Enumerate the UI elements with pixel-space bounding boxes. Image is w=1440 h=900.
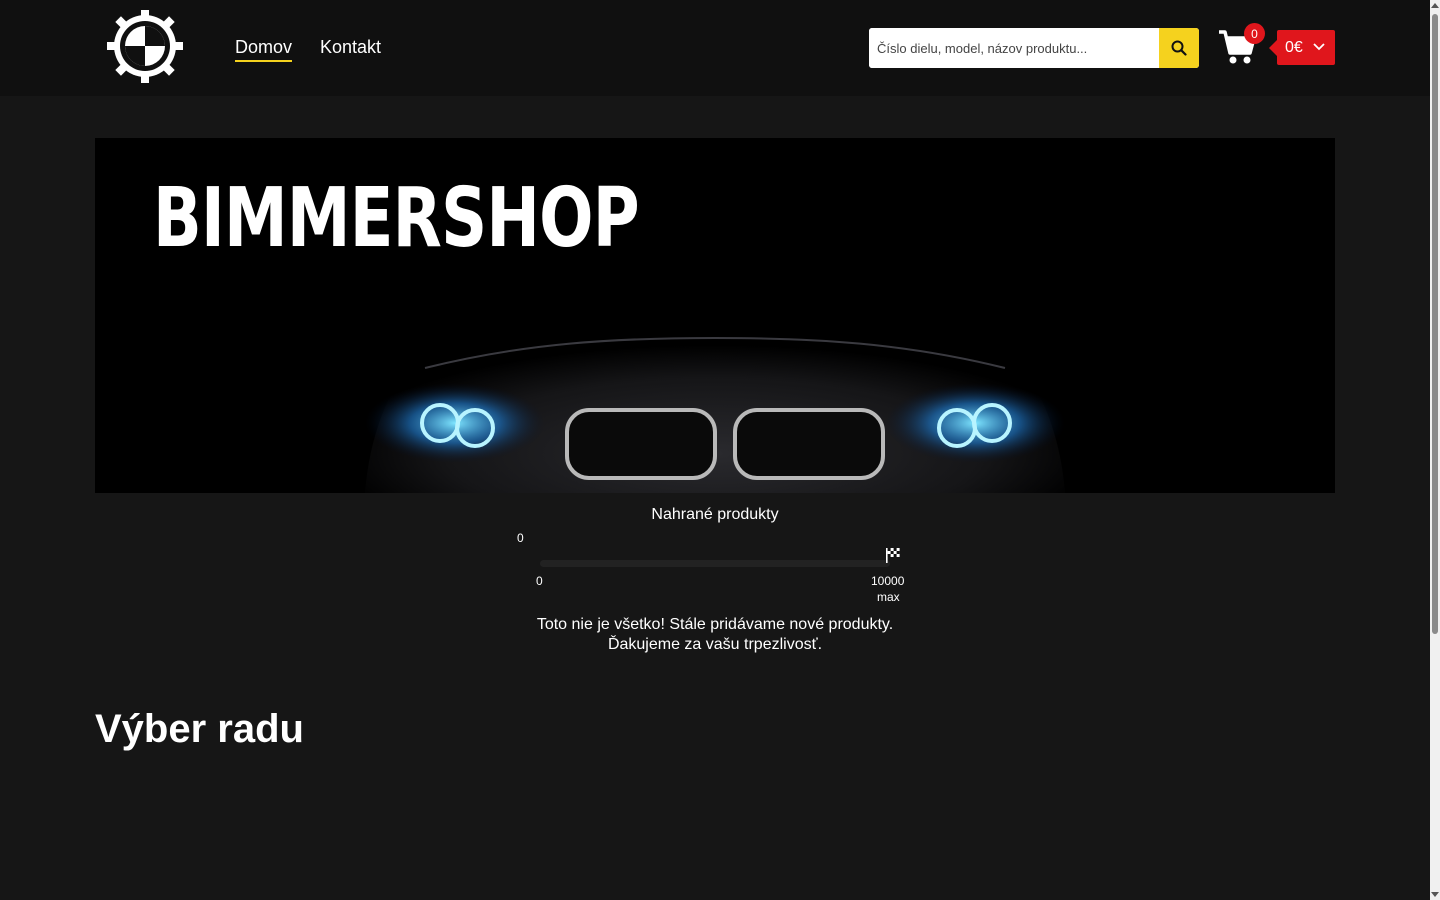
progress-min-label: 0 (536, 574, 543, 588)
hero-banner: BIMMERSHOP (95, 138, 1335, 493)
notice-line-2: Ďakujeme za vašu trpezlivosť. (607, 636, 823, 653)
cart-count-badge: 0 (1244, 23, 1265, 44)
progress-current-value: 0 (517, 531, 524, 545)
hero-title: BIMMERSHOP (153, 171, 640, 266)
progress-title: Nahrané produkty (651, 506, 779, 523)
checkered-flag-icon (886, 548, 900, 563)
page-scrollbar[interactable] (1430, 0, 1440, 900)
progress-track (540, 560, 890, 567)
nav-contact-link[interactable]: Kontakt (320, 36, 381, 58)
series-section-title: Výber radu (95, 707, 304, 751)
scrollbar-thumb[interactable] (1432, 14, 1438, 634)
scroll-down-icon[interactable] (1431, 892, 1439, 898)
progress-notice: Toto nie je všetko! Stále pridávame nové… (0, 615, 1430, 655)
nav-home-link[interactable]: Domov (235, 36, 293, 62)
site-header: Domov Kontakt 0 0€ (0, 0, 1440, 96)
chevron-down-icon (1313, 43, 1325, 51)
search-bar (869, 28, 1199, 68)
search-button[interactable] (1159, 28, 1199, 68)
search-input[interactable] (869, 28, 1159, 68)
bimmershop-logo[interactable] (95, 8, 195, 84)
notice-line-1: Toto nie je všetko! Stále pridávame nové… (536, 616, 894, 633)
cart-total-value: 0€ (1285, 38, 1303, 56)
scroll-up-icon[interactable] (1431, 2, 1439, 8)
search-icon (1171, 40, 1187, 56)
progress-max-label: max (877, 590, 900, 604)
cart-total-button[interactable]: 0€ (1269, 30, 1335, 65)
progress-max-value: 10000 (871, 574, 905, 588)
